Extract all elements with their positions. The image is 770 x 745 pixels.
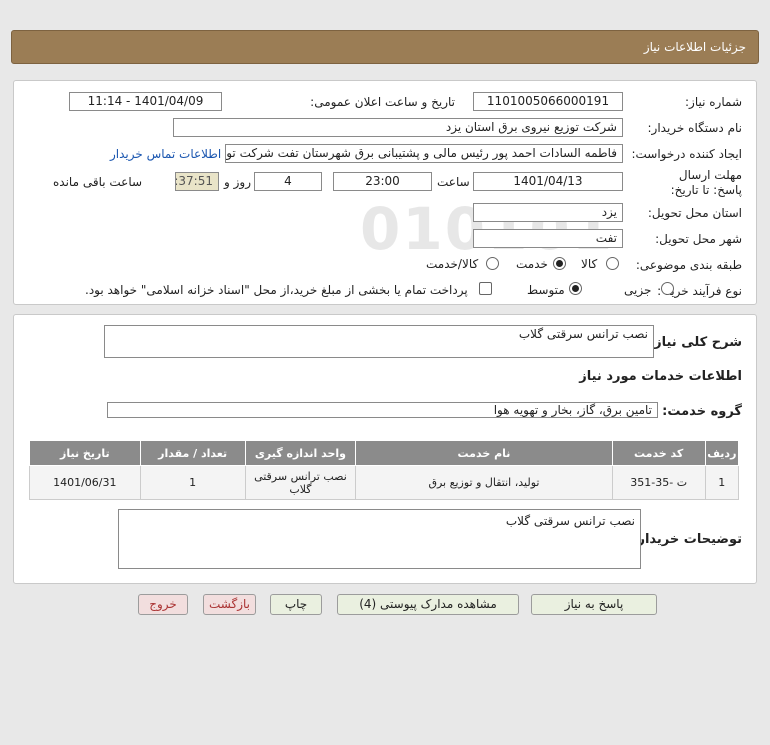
buyer-notes-label: توضیحات خریدار: xyxy=(632,532,742,547)
row-unit: نصب ترانس سرقتی گلاب xyxy=(244,465,357,500)
need-number-field: 1101005066000191 xyxy=(473,92,623,111)
process-option-minor: جزیی xyxy=(624,283,652,297)
summary-label: شرح کلی نیاز: xyxy=(648,335,742,350)
exit-button[interactable]: خروج xyxy=(138,594,188,615)
city-field: تفت xyxy=(473,229,623,248)
row-date: 1401/06/31 xyxy=(29,465,141,500)
buyer-notes-field: نصب ترانس سرقتی گلاب xyxy=(118,509,641,569)
summary-field: نصب ترانس سرقتی گلاب xyxy=(104,325,654,358)
days-field: 4 xyxy=(254,172,322,191)
page-title: جزئیات اطلاعات نیاز xyxy=(643,40,746,54)
province-label: استان محل تحویل: xyxy=(647,206,742,220)
need-number-label: شماره نیاز: xyxy=(685,95,742,109)
services-heading: اطلاعات خدمات مورد نیاز xyxy=(579,369,742,384)
col-index-header: ردیف xyxy=(704,440,740,466)
creator-field: فاطمه السادات احمد پور رئیس مالی و پشتیب… xyxy=(225,144,623,163)
days-label: روز و xyxy=(224,175,251,189)
treasury-payment-checkbox[interactable] xyxy=(479,282,492,295)
process-option-medium: متوسط xyxy=(527,283,565,297)
service-group-label: گروه خدمت: xyxy=(662,404,742,419)
category-radio-service[interactable] xyxy=(553,257,566,270)
announce-label: تاریخ و ساعت اعلان عمومی: xyxy=(310,95,455,109)
view-attachments-button[interactable]: مشاهده مدارک پیوستی (4) xyxy=(337,594,519,615)
page-header: جزئیات اطلاعات نیاز xyxy=(11,30,759,64)
city-label: شهر محل تحویل: xyxy=(655,232,742,246)
buyer-org-label: نام دستگاه خریدار: xyxy=(647,121,743,135)
process-radio-minor[interactable] xyxy=(661,282,674,295)
deadline-time-field: 23:00 xyxy=(333,172,432,191)
services-table: ردیف کد خدمت نام خدمت واحد اندازه گیری ت… xyxy=(29,440,740,500)
print-button[interactable]: چاپ xyxy=(270,594,322,615)
category-option-service: خدمت xyxy=(516,257,548,271)
col-date-header: تاریخ نیاز xyxy=(29,440,141,466)
process-radio-medium[interactable] xyxy=(569,282,582,295)
col-unit-header: واحد اندازه گیری xyxy=(244,440,357,466)
service-group-field: تامین برق، گاز، بخار و تهویه هوا xyxy=(107,402,658,418)
col-code-header: کد خدمت xyxy=(611,440,706,466)
category-label: طبقه بندی موضوعی: xyxy=(635,258,742,272)
creator-label: ایجاد کننده درخواست: xyxy=(631,147,742,161)
services-table-header: ردیف کد خدمت نام خدمت واحد اندازه گیری ت… xyxy=(29,440,740,466)
col-name-header: نام خدمت xyxy=(355,440,613,466)
deadline-date-field: 1401/04/13 xyxy=(473,172,623,191)
announce-field: 1401/04/09 - 11:14 xyxy=(69,92,222,111)
contact-info-link[interactable]: اطلاعات تماس خریدار xyxy=(110,147,221,161)
province-field: یزد xyxy=(473,203,623,222)
treasury-payment-note: پرداخت تمام یا بخشی از مبلغ خرید،از محل … xyxy=(85,283,468,297)
row-code: ت -35-351 xyxy=(611,465,706,500)
table-row: 1 ت -35-351 تولید، انتقال و توزیع برق نص… xyxy=(29,465,740,500)
back-button[interactable]: بازگشت xyxy=(203,594,256,615)
row-index: 1 xyxy=(704,465,740,500)
remaining-label: ساعت باقی مانده xyxy=(53,175,143,189)
category-radio-goods-service[interactable] xyxy=(486,257,499,270)
buyer-org-field: شرکت توزیع نیروی برق استان یزد xyxy=(173,118,623,137)
category-radio-goods[interactable] xyxy=(606,257,619,270)
reply-button[interactable]: پاسخ به نیاز xyxy=(531,594,657,615)
time-label: ساعت xyxy=(437,175,470,189)
category-option-goods-service: کالا/خدمت xyxy=(426,257,479,271)
row-name: تولید، انتقال و توزیع برق xyxy=(355,465,613,500)
remaining-time-field: 11:37:51 xyxy=(175,172,219,191)
col-qty-header: تعداد / مقدار xyxy=(139,440,246,466)
category-option-goods: کالا xyxy=(581,257,598,271)
row-qty: 1 xyxy=(139,465,246,500)
deadline-label: مهلت ارسال پاسخ: تا تاریخ: xyxy=(670,168,742,197)
